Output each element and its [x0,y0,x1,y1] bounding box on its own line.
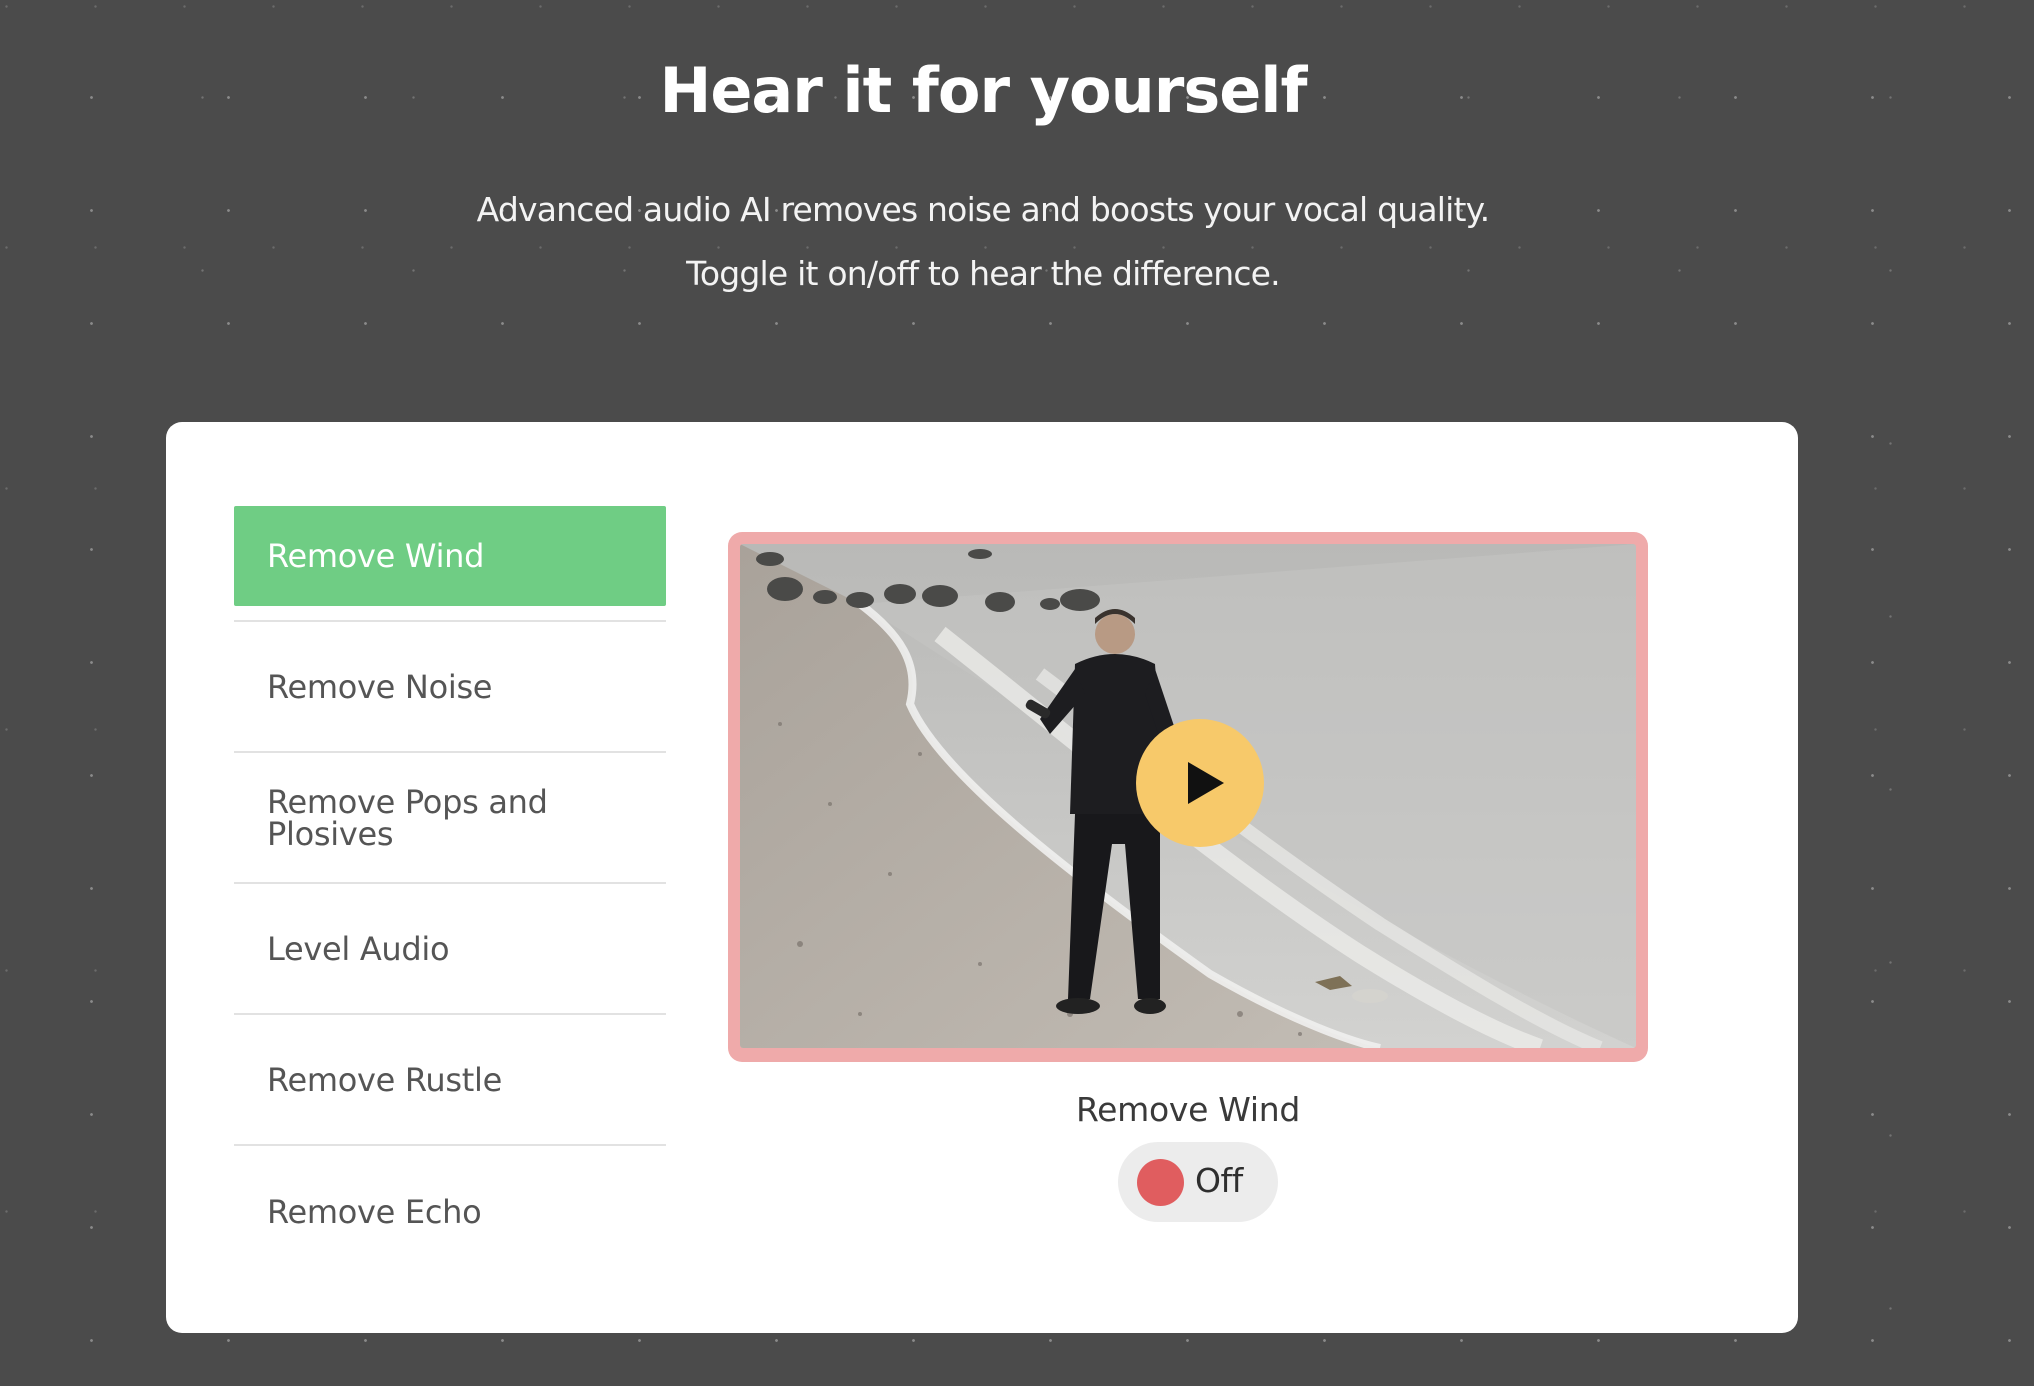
toggle-state-label: Off [1195,1161,1243,1200]
feature-item-level-audio[interactable]: Level Audio [234,884,666,1015]
feature-item-remove-noise[interactable]: Remove Noise [234,622,666,753]
feature-item-remove-echo[interactable]: Remove Echo [234,1146,666,1277]
play-icon [1188,762,1224,804]
feature-item-label: Remove Rustle [267,1060,503,1099]
enhancement-toggle[interactable]: Off [1118,1142,1278,1222]
feature-item-remove-rustle[interactable]: Remove Rustle [234,1015,666,1146]
feature-item-remove-pops-and-plosives[interactable]: Remove Pops and Plosives [234,753,666,884]
feature-item-label: Remove Pops and Plosives [267,782,548,853]
subtitle-line-2: Toggle it on/off to hear the difference. [686,254,1281,293]
feature-item-label: Remove Echo [267,1192,482,1231]
page-title: Hear it for yourself [659,54,1307,127]
toggle-knob [1137,1159,1184,1206]
feature-item-label: Level Audio [267,929,450,968]
demo-card: Remove Wind Remove Noise Remove Pops and… [166,422,1798,1333]
feature-item-remove-wind[interactable]: Remove Wind [234,506,666,622]
subtitle-line-1: Advanced audio AI removes noise and boos… [476,190,1491,229]
page-subtitle: Advanced audio AI removes noise and boos… [0,178,1966,306]
current-feature-label: Remove Wind [1075,1090,1301,1129]
feature-item-label: Remove Noise [267,667,493,706]
video-player[interactable] [728,532,1648,1062]
feature-item-label: Remove Wind [267,537,485,575]
feature-menu: Remove Wind Remove Noise Remove Pops and… [234,506,666,1277]
play-button[interactable] [1136,719,1264,847]
